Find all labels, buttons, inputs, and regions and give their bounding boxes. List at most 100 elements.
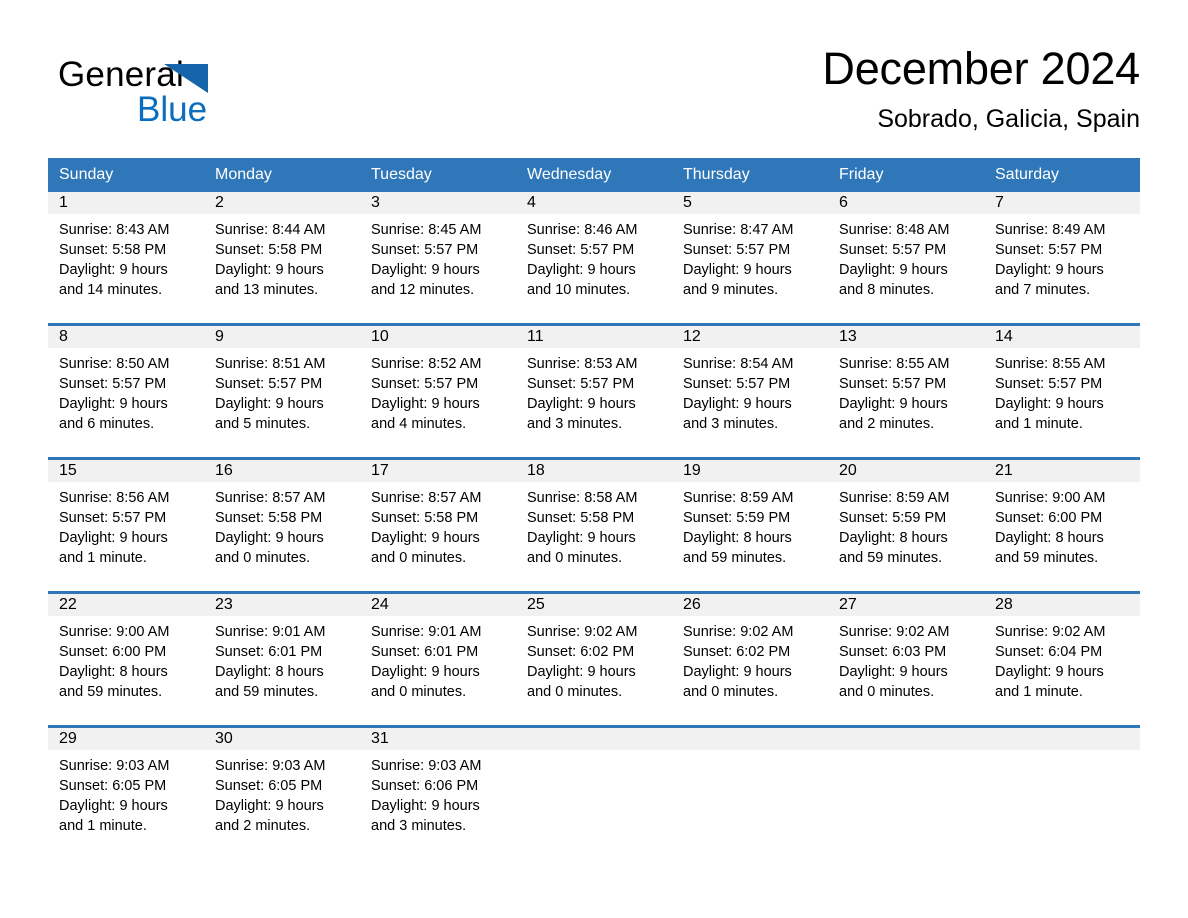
- day-cell-inner: 24 Sunrise: 9:01 AM Sunset: 6:01 PM Dayligh…: [360, 594, 516, 725]
- day-number: 23: [204, 594, 360, 616]
- calendar-day-cell[interactable]: 16 Sunrise: 8:57 AM Sunset: 5:58 PM Dayligh…: [204, 457, 360, 593]
- calendar-day-cell[interactable]: [984, 725, 1140, 859]
- daylight-text-line2: and 59 minutes.: [683, 550, 787, 566]
- calendar-day-cell[interactable]: 17 Sunrise: 8:57 AM Sunset: 5:58 PM Dayligh…: [360, 457, 516, 593]
- daylight-text-line2: and 0 minutes.: [371, 550, 467, 566]
- calendar-day-cell[interactable]: 6 Sunrise: 8:48 AM Sunset: 5:57 PM Daylight…: [828, 192, 984, 325]
- day-cell-inner: 16 Sunrise: 8:57 AM Sunset: 5:58 PM Dayligh…: [204, 460, 360, 591]
- calendar-day-cell[interactable]: 26 Sunrise: 9:02 AM Sunset: 6:02 PM Dayligh…: [672, 591, 828, 727]
- day-cell-inner: 29 Sunrise: 9:03 AM Sunset: 6:05 PM Dayligh…: [48, 728, 204, 859]
- calendar-day-cell[interactable]: 8 Sunrise: 8:50 AM Sunset: 5:57 PM Daylight…: [48, 323, 204, 459]
- page-header: General Blue December 2024 Sobrado, Gali…: [48, 40, 1140, 148]
- calendar-day-cell[interactable]: 29 Sunrise: 9:03 AM Sunset: 6:05 PM Dayligh…: [48, 725, 204, 859]
- triangle-flag-icon: [164, 64, 208, 93]
- daylight-text-line1: Daylight: 9 hours: [371, 396, 480, 412]
- daylight-text-line1: Daylight: 8 hours: [683, 530, 792, 546]
- calendar-day-cell[interactable]: 18 Sunrise: 8:58 AM Sunset: 5:58 PM Dayligh…: [516, 457, 672, 593]
- day-number: 6: [828, 192, 984, 214]
- daylight-text-line1: Daylight: 9 hours: [839, 396, 948, 412]
- calendar-day-cell[interactable]: 30 Sunrise: 9:03 AM Sunset: 6:05 PM Dayligh…: [204, 725, 360, 859]
- calendar-day-cell[interactable]: [516, 725, 672, 859]
- daylight-text-line1: Daylight: 9 hours: [839, 262, 948, 278]
- daylight-text-line1: Daylight: 9 hours: [59, 262, 168, 278]
- day-number: 22: [48, 594, 204, 616]
- calendar-day-cell[interactable]: 28 Sunrise: 9:02 AM Sunset: 6:04 PM Dayligh…: [984, 591, 1140, 727]
- day-number: 16: [204, 460, 360, 482]
- sunset-text: Sunset: 5:59 PM: [839, 510, 947, 526]
- calendar-day-cell[interactable]: 9 Sunrise: 8:51 AM Sunset: 5:57 PM Daylight…: [204, 323, 360, 459]
- calendar-day-cell[interactable]: 31 Sunrise: 9:03 AM Sunset: 6:06 PM Dayligh…: [360, 725, 516, 859]
- calendar-day-cell[interactable]: 15 Sunrise: 8:56 AM Sunset: 5:57 PM Dayligh…: [48, 457, 204, 593]
- day-details: Sunrise: 9:02 AM Sunset: 6:03 PM Daylight:…: [828, 616, 984, 702]
- calendar-day-cell[interactable]: [828, 725, 984, 859]
- weekday-header-wednesday: Wednesday: [516, 158, 672, 192]
- daylight-text-line2: and 1 minute.: [995, 416, 1083, 432]
- day-number: 5: [672, 192, 828, 214]
- day-details: Sunrise: 8:50 AM Sunset: 5:57 PM Daylight:…: [48, 348, 204, 434]
- day-cell-inner: 27 Sunrise: 9:02 AM Sunset: 6:03 PM Dayligh…: [828, 594, 984, 725]
- weekday-header-sunday: Sunday: [48, 158, 204, 192]
- sunset-text: Sunset: 6:04 PM: [995, 644, 1103, 660]
- sunrise-text: Sunrise: 8:56 AM: [59, 490, 170, 506]
- sunrise-text: Sunrise: 8:55 AM: [995, 356, 1106, 372]
- day-cell-inner: 22 Sunrise: 9:00 AM Sunset: 6:00 PM Dayligh…: [48, 594, 204, 725]
- day-cell-inner: 28 Sunrise: 9:02 AM Sunset: 6:04 PM Dayligh…: [984, 594, 1140, 725]
- sunrise-text: Sunrise: 8:58 AM: [527, 490, 638, 506]
- sunrise-text: Sunrise: 8:57 AM: [215, 490, 326, 506]
- daylight-text-line2: and 7 minutes.: [995, 282, 1091, 298]
- day-number: 3: [360, 192, 516, 214]
- calendar-day-cell[interactable]: 24 Sunrise: 9:01 AM Sunset: 6:01 PM Dayligh…: [360, 591, 516, 727]
- daylight-text-line1: Daylight: 9 hours: [371, 262, 480, 278]
- sunrise-text: Sunrise: 9:02 AM: [839, 624, 950, 640]
- day-cell-inner: 12 Sunrise: 8:54 AM Sunset: 5:57 PM Dayligh…: [672, 326, 828, 457]
- daylight-text-line2: and 59 minutes.: [839, 550, 943, 566]
- day-details: Sunrise: 9:03 AM Sunset: 6:05 PM Daylight:…: [204, 750, 360, 836]
- generalblue-logo[interactable]: General Blue: [58, 55, 358, 145]
- calendar-day-cell[interactable]: 5 Sunrise: 8:47 AM Sunset: 5:57 PM Daylight…: [672, 192, 828, 325]
- calendar-week-row: 15 Sunrise: 8:56 AM Sunset: 5:57 PM Dayligh…: [48, 457, 1140, 593]
- calendar-day-cell[interactable]: 10 Sunrise: 8:52 AM Sunset: 5:57 PM Dayligh…: [360, 323, 516, 459]
- day-cell-inner: 6 Sunrise: 8:48 AM Sunset: 5:57 PM Daylight…: [828, 192, 984, 323]
- day-number: 26: [672, 594, 828, 616]
- location-subtitle: Sobrado, Galicia, Spain: [877, 105, 1140, 133]
- calendar-day-cell[interactable]: 12 Sunrise: 8:54 AM Sunset: 5:57 PM Dayligh…: [672, 323, 828, 459]
- sunset-text: Sunset: 6:01 PM: [215, 644, 323, 660]
- calendar-day-cell[interactable]: 20 Sunrise: 8:59 AM Sunset: 5:59 PM Dayligh…: [828, 457, 984, 593]
- sunrise-text: Sunrise: 8:54 AM: [683, 356, 794, 372]
- calendar-day-cell[interactable]: 22 Sunrise: 9:00 AM Sunset: 6:00 PM Dayligh…: [48, 591, 204, 727]
- day-details: Sunrise: 9:01 AM Sunset: 6:01 PM Daylight:…: [360, 616, 516, 702]
- calendar-day-cell[interactable]: 25 Sunrise: 9:02 AM Sunset: 6:02 PM Dayligh…: [516, 591, 672, 727]
- daylight-text-line1: Daylight: 9 hours: [527, 396, 636, 412]
- day-number: 17: [360, 460, 516, 482]
- calendar-day-cell[interactable]: 2 Sunrise: 8:44 AM Sunset: 5:58 PM Daylight…: [204, 192, 360, 325]
- calendar-day-cell[interactable]: 21 Sunrise: 9:00 AM Sunset: 6:00 PM Dayligh…: [984, 457, 1140, 593]
- daylight-text-line1: Daylight: 9 hours: [215, 530, 324, 546]
- calendar-day-cell[interactable]: 3 Sunrise: 8:45 AM Sunset: 5:57 PM Daylight…: [360, 192, 516, 325]
- day-details: Sunrise: 9:02 AM Sunset: 6:04 PM Daylight:…: [984, 616, 1140, 702]
- daylight-text-line2: and 59 minutes.: [215, 684, 319, 700]
- calendar-day-cell[interactable]: [672, 725, 828, 859]
- day-details: Sunrise: 9:03 AM Sunset: 6:06 PM Daylight:…: [360, 750, 516, 836]
- calendar-day-cell[interactable]: 23 Sunrise: 9:01 AM Sunset: 6:01 PM Dayligh…: [204, 591, 360, 727]
- sunset-text: Sunset: 5:57 PM: [59, 510, 167, 526]
- calendar-day-cell[interactable]: 4 Sunrise: 8:46 AM Sunset: 5:57 PM Daylight…: [516, 192, 672, 325]
- day-cell-inner: 30 Sunrise: 9:03 AM Sunset: 6:05 PM Dayligh…: [204, 728, 360, 859]
- calendar-day-cell[interactable]: 11 Sunrise: 8:53 AM Sunset: 5:57 PM Dayligh…: [516, 323, 672, 459]
- sunset-text: Sunset: 5:58 PM: [59, 242, 167, 258]
- day-number: 10: [360, 326, 516, 348]
- calendar-day-cell[interactable]: 7 Sunrise: 8:49 AM Sunset: 5:57 PM Daylight…: [984, 192, 1140, 325]
- sunset-text: Sunset: 5:57 PM: [683, 376, 791, 392]
- sunrise-text: Sunrise: 8:55 AM: [839, 356, 950, 372]
- day-details: [828, 750, 984, 756]
- calendar-day-cell[interactable]: 19 Sunrise: 8:59 AM Sunset: 5:59 PM Dayligh…: [672, 457, 828, 593]
- calendar-day-cell[interactable]: 14 Sunrise: 8:55 AM Sunset: 5:57 PM Dayligh…: [984, 323, 1140, 459]
- calendar-day-cell[interactable]: 13 Sunrise: 8:55 AM Sunset: 5:57 PM Dayligh…: [828, 323, 984, 459]
- sunrise-text: Sunrise: 8:52 AM: [371, 356, 482, 372]
- sunrise-text: Sunrise: 9:01 AM: [371, 624, 482, 640]
- day-details: Sunrise: 8:52 AM Sunset: 5:57 PM Daylight:…: [360, 348, 516, 434]
- calendar-day-cell[interactable]: 27 Sunrise: 9:02 AM Sunset: 6:03 PM Dayligh…: [828, 591, 984, 727]
- day-cell-inner: 3 Sunrise: 8:45 AM Sunset: 5:57 PM Daylight…: [360, 192, 516, 323]
- daylight-text-line2: and 10 minutes.: [527, 282, 631, 298]
- calendar-day-cell[interactable]: 1 Sunrise: 8:43 AM Sunset: 5:58 PM Daylight…: [48, 192, 204, 325]
- sunset-text: Sunset: 5:57 PM: [527, 242, 635, 258]
